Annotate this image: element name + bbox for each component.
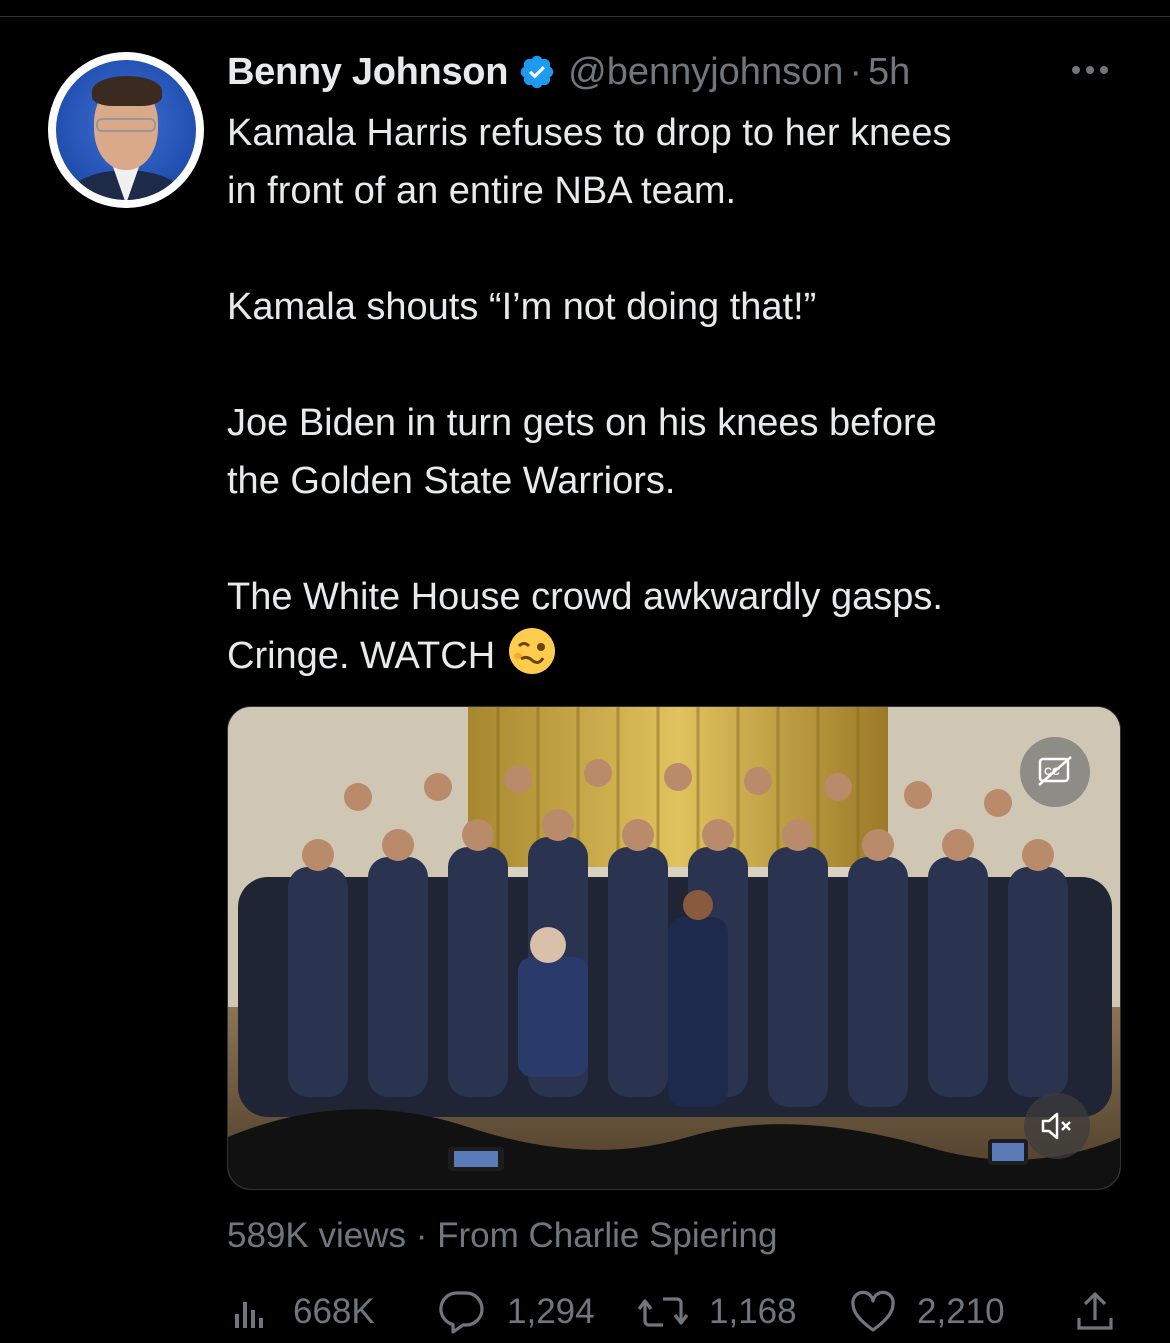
tweet-header: Benny Johnson @bennyjohnson · 5h (227, 48, 910, 96)
reply-count: 1,294 (507, 1292, 595, 1331)
share-button[interactable] (1075, 1282, 1135, 1342)
views-button[interactable]: 668K (229, 1282, 375, 1342)
heart-icon (851, 1290, 895, 1332)
views-attribution[interactable]: 589K views · From Charlie Spiering (227, 1216, 777, 1256)
separator-dot: · (849, 50, 863, 93)
retweet-icon (637, 1297, 689, 1327)
reply-button[interactable]: 1,294 (435, 1282, 595, 1342)
closed-captions-button[interactable]: CC (1020, 737, 1090, 807)
retweet-button[interactable]: 1,168 (637, 1282, 797, 1342)
mute-button[interactable] (1024, 1093, 1090, 1159)
like-count: 2,210 (917, 1292, 1005, 1331)
speaker-muted-icon (1041, 1112, 1071, 1140)
avatar-photo (56, 60, 196, 200)
video-player[interactable]: CC (227, 706, 1121, 1190)
woozy-face-icon (509, 628, 556, 674)
tweet-line: Kamala shouts “I’m not doing that!” (227, 286, 817, 328)
share-icon (1077, 1292, 1113, 1330)
retweet-count: 1,168 (709, 1292, 797, 1331)
closed-captions-off-icon: CC (1038, 756, 1072, 786)
tweet-text: Kamala Harris refuses to drop to her kne… (227, 104, 1127, 685)
avatar[interactable] (48, 52, 204, 208)
like-button[interactable]: 2,210 (849, 1282, 1005, 1342)
tweet-line-text: Cringe. WATCH (227, 635, 496, 677)
timestamp[interactable]: 5h (868, 51, 910, 94)
views-count: 668K (293, 1292, 375, 1331)
action-bar: 668K 1,294 1,168 2,210 (227, 1282, 1127, 1342)
handle[interactable]: @bennyjohnson (568, 51, 843, 94)
analytics-icon (235, 1302, 263, 1328)
tweet-line: Cringe. WATCH (227, 626, 1127, 685)
reply-icon (439, 1291, 484, 1334)
more-options-icon[interactable] (1072, 66, 1108, 74)
tweet-line: The White House crowd awkwardly gasps. (227, 576, 943, 618)
display-name[interactable]: Benny Johnson (227, 51, 508, 94)
tweet-line: in front of an entire NBA team. (227, 170, 737, 212)
top-divider (0, 16, 1170, 17)
tweet-line: Kamala Harris refuses to drop to her kne… (227, 112, 952, 154)
tweet-line: Joe Biden in turn gets on his knees befo… (227, 402, 937, 444)
tweet-line: the Golden State Warriors. (227, 460, 676, 502)
video-frame (228, 707, 1120, 1189)
verified-badge-icon[interactable] (518, 53, 556, 91)
